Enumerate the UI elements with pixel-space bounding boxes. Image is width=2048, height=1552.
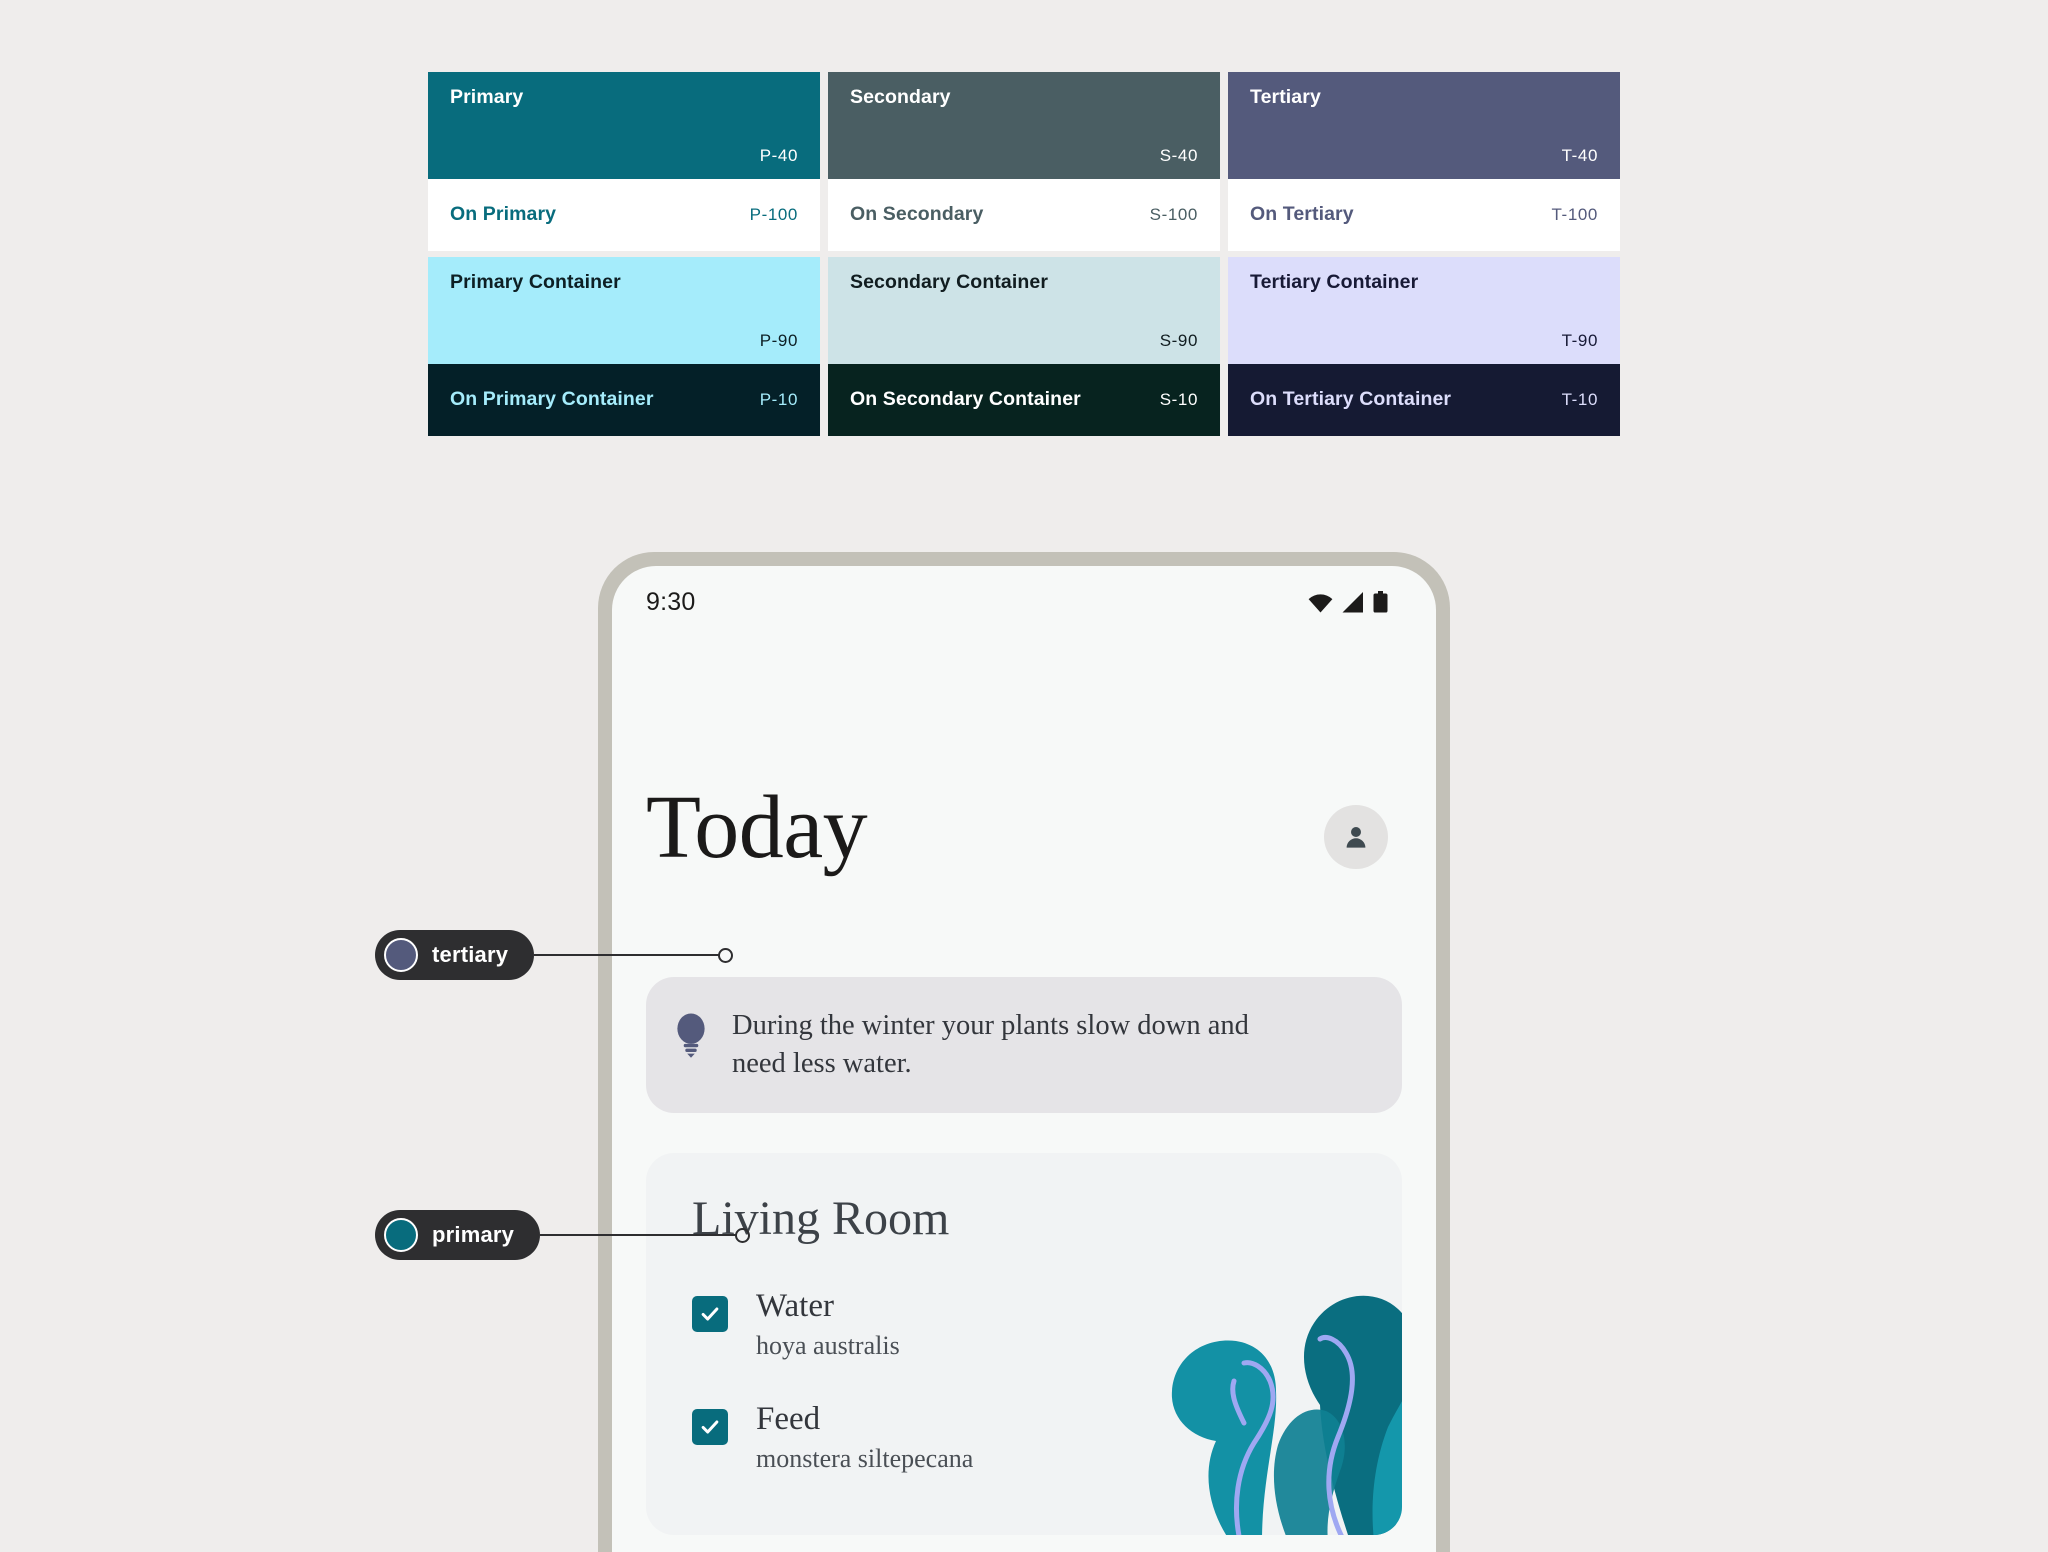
swatch-name: On Tertiary Container bbox=[1250, 388, 1452, 411]
task-title: Feed bbox=[756, 1400, 821, 1437]
status-icons bbox=[1308, 591, 1388, 613]
task-subtitle: hoya australis bbox=[756, 1330, 900, 1360]
swatch-name: On Secondary bbox=[850, 203, 984, 226]
room-card: Living Room Water hoya australis Feed mo… bbox=[646, 1153, 1402, 1536]
task-row[interactable]: Feed monstera siltepecana bbox=[646, 1401, 1402, 1476]
page-title: Today bbox=[646, 778, 868, 878]
swatch-name: Secondary Container bbox=[850, 271, 1049, 293]
annotation-endpoint bbox=[718, 947, 734, 963]
task-checkbox[interactable] bbox=[692, 1408, 728, 1445]
swatch-token: T-90 bbox=[1561, 331, 1598, 350]
status-time: 9:30 bbox=[646, 587, 696, 616]
wifi-icon bbox=[1308, 593, 1333, 612]
check-icon bbox=[701, 1420, 719, 1434]
swatch-name: On Tertiary bbox=[1250, 203, 1354, 226]
swatch-on-primary[interactable]: On Primary P-100 bbox=[428, 179, 820, 251]
lightbulb-icon bbox=[677, 1013, 705, 1058]
swatch-on-tertiary-container[interactable]: On Tertiary Container T-10 bbox=[1228, 364, 1620, 436]
color-column-tertiary: Tertiary T-40 On Tertiary T-100 Tertiary… bbox=[1228, 72, 1620, 436]
swatch-on-secondary[interactable]: On Secondary S-100 bbox=[828, 179, 1220, 251]
swatch-tertiary[interactable]: Tertiary T-40 bbox=[1228, 72, 1620, 179]
battery-icon bbox=[1373, 591, 1388, 613]
cell-signal-icon bbox=[1342, 591, 1363, 612]
swatch-token: T-10 bbox=[1561, 390, 1598, 409]
task-subtitle: monstera siltepecana bbox=[756, 1443, 974, 1473]
swatch-name: Primary Container bbox=[450, 271, 621, 293]
swatch-token: P-90 bbox=[759, 331, 798, 350]
swatch-token: S-100 bbox=[1149, 205, 1198, 224]
swatch-token: P-100 bbox=[749, 205, 798, 224]
swatch-secondary[interactable]: Secondary S-40 bbox=[828, 72, 1220, 179]
swatch-name: On Primary Container bbox=[450, 388, 654, 411]
task-checkbox[interactable] bbox=[692, 1295, 728, 1332]
swatch-on-primary-container[interactable]: On Primary Container P-10 bbox=[428, 364, 820, 436]
annotation-endpoint bbox=[735, 1227, 751, 1243]
annotation-pill[interactable]: primary bbox=[375, 1210, 541, 1260]
avatar-button[interactable] bbox=[1324, 805, 1388, 870]
annotation-primary: primary bbox=[375, 1210, 751, 1260]
swatch-pair-tertiary: Tertiary T-40 On Tertiary T-100 bbox=[1228, 72, 1620, 251]
color-column-primary: Primary P-40 On Primary P-100 Primary Co… bbox=[428, 72, 820, 436]
tip-card[interactable]: During the winter your plants slow down … bbox=[646, 976, 1402, 1114]
swatch-name: Primary bbox=[450, 86, 524, 108]
app-header: Today bbox=[612, 628, 1436, 933]
task-title: Water bbox=[756, 1287, 834, 1324]
swatch-primary[interactable]: Primary P-40 bbox=[428, 72, 820, 179]
swatch-pair-primary: Primary P-40 On Primary P-100 bbox=[428, 72, 820, 251]
swatch-token: S-90 bbox=[1159, 331, 1198, 350]
annotation-label: tertiary bbox=[432, 942, 509, 967]
swatch-name: On Primary bbox=[450, 203, 557, 226]
swatch-token: P-10 bbox=[759, 390, 798, 409]
swatch-tertiary-container[interactable]: Tertiary Container T-90 bbox=[1228, 257, 1620, 364]
swatch-token: P-40 bbox=[759, 146, 798, 165]
swatch-name: On Secondary Container bbox=[850, 388, 1081, 411]
annotation-tertiary: tertiary bbox=[375, 930, 734, 980]
swatch-pair-tertiary-container: Tertiary Container T-90 On Tertiary Cont… bbox=[1228, 257, 1620, 436]
annotation-color-dot bbox=[384, 938, 418, 972]
tip-text: During the winter your plants slow down … bbox=[732, 1009, 1249, 1079]
annotation-leader-line bbox=[540, 1234, 737, 1236]
swatch-secondary-container[interactable]: Secondary Container S-90 bbox=[828, 257, 1220, 364]
person-icon bbox=[1346, 827, 1366, 849]
status-bar: 9:30 bbox=[612, 566, 1436, 628]
annotation-label: primary bbox=[432, 1222, 515, 1247]
swatch-token: S-40 bbox=[1159, 146, 1198, 165]
plant-leaves-illustration bbox=[1171, 1296, 1402, 1536]
swatch-name: Secondary bbox=[850, 86, 951, 108]
swatch-pair-secondary-container: Secondary Container S-90 On Secondary Co… bbox=[828, 257, 1220, 436]
task-row[interactable]: Water hoya australis bbox=[646, 1288, 1402, 1363]
swatch-on-secondary-container[interactable]: On Secondary Container S-10 bbox=[828, 364, 1220, 436]
swatch-name: Tertiary Container bbox=[1250, 271, 1419, 293]
annotation-leader-line bbox=[534, 954, 720, 956]
annotation-pill[interactable]: tertiary bbox=[375, 930, 535, 980]
color-column-secondary: Secondary S-40 On Secondary S-100 Second… bbox=[828, 72, 1220, 436]
swatch-pair-secondary: Secondary S-40 On Secondary S-100 bbox=[828, 72, 1220, 251]
swatch-pair-primary-container: Primary Container P-90 On Primary Contai… bbox=[428, 257, 820, 436]
swatch-on-tertiary[interactable]: On Tertiary T-100 bbox=[1228, 179, 1620, 251]
task-text: Water hoya australis bbox=[756, 1288, 900, 1363]
color-token-grid: Primary P-40 On Primary P-100 Primary Co… bbox=[428, 72, 1620, 436]
swatch-token: S-10 bbox=[1159, 390, 1198, 409]
swatch-name: Tertiary bbox=[1250, 86, 1321, 108]
phone-screen: 9:30 Today During the winter your plants… bbox=[612, 566, 1436, 1552]
room-title: Living Room bbox=[692, 1192, 950, 1246]
task-text: Feed monstera siltepecana bbox=[756, 1401, 973, 1476]
annotation-color-dot bbox=[384, 1218, 418, 1252]
swatch-primary-container[interactable]: Primary Container P-90 bbox=[428, 257, 820, 364]
phone-frame: 9:30 Today During the winter your plants… bbox=[598, 552, 1450, 1552]
swatch-token: T-40 bbox=[1561, 146, 1598, 165]
check-icon bbox=[701, 1307, 719, 1321]
swatch-token: T-100 bbox=[1551, 205, 1598, 224]
